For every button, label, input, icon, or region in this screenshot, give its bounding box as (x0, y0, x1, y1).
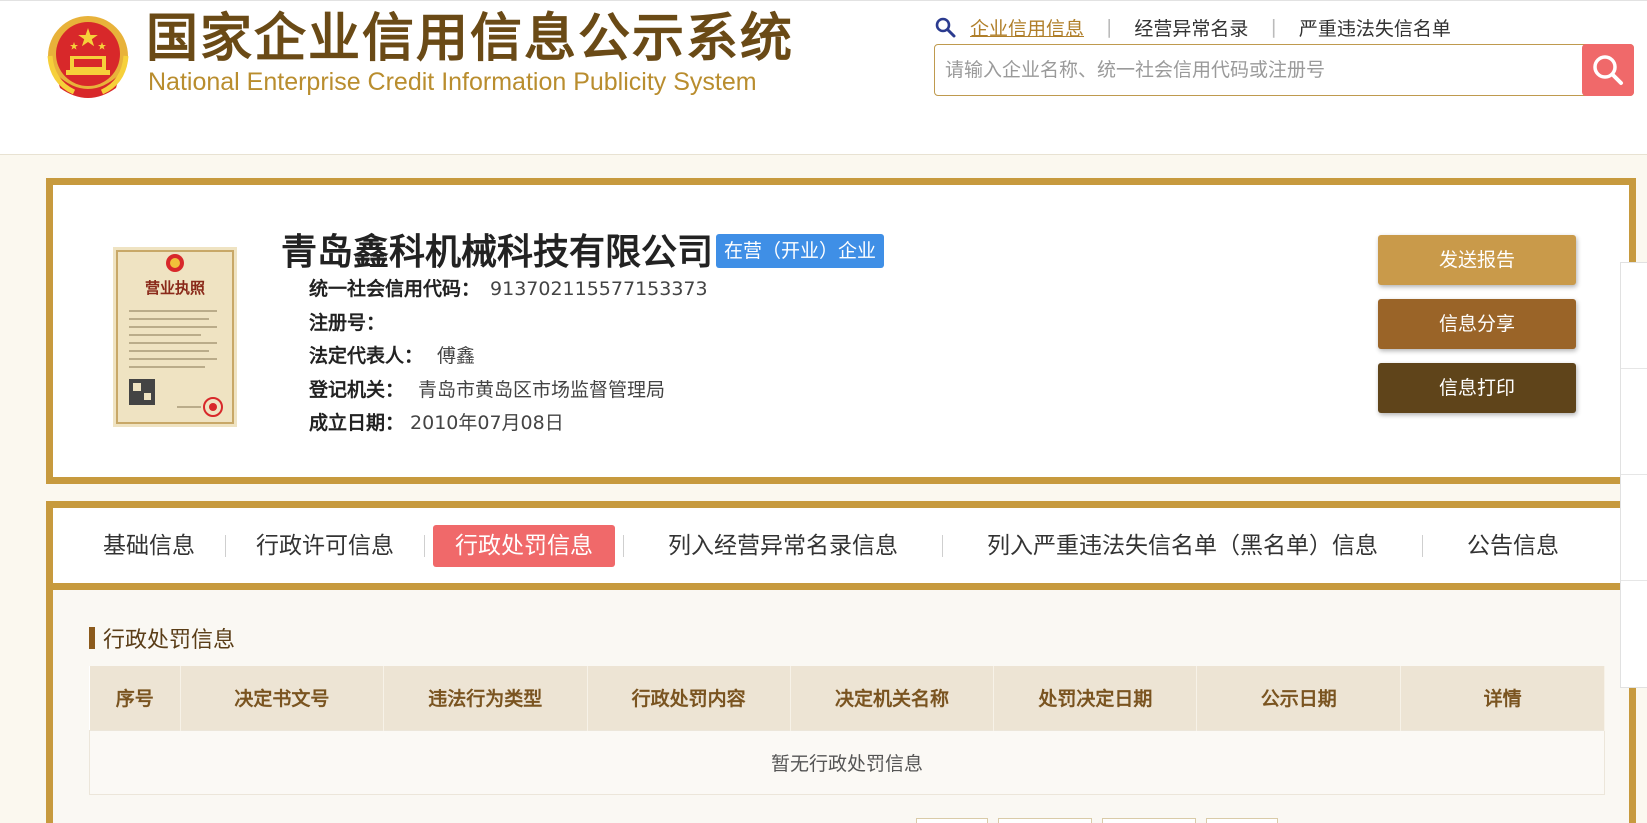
tab-separator (623, 534, 624, 557)
magnifier-icon (935, 17, 956, 38)
column-header: 详情 (1400, 666, 1605, 730)
pager-button[interactable] (916, 818, 988, 823)
share-info-button[interactable]: 信息分享 (1378, 299, 1576, 349)
info-row-authority: 登记机关： 青岛市黄岛区市场监督管理局 (309, 375, 665, 402)
info-tab-panel: 基础信息 行政许可信息 行政处罚信息 列入经营异常名录信息 列入严重违法失信名单… (46, 501, 1636, 823)
info-row-legal-rep: 法定代表人： 傅鑫 (309, 341, 475, 368)
tab-blacklist[interactable]: 列入严重违法失信名单（黑名单）信息 (951, 525, 1414, 567)
tab-admin-license[interactable]: 行政许可信息 (234, 525, 416, 567)
pager-button[interactable] (1206, 818, 1278, 823)
section-title-text: 行政处罚信息 (103, 628, 236, 653)
info-row-established: 成立日期： 2010年07月08日 (309, 408, 564, 435)
column-header: 违法行为类型 (383, 666, 588, 730)
info-label: 成立日期： (309, 412, 405, 434)
column-header: 决定书文号 (180, 666, 384, 730)
send-report-button[interactable]: 发送报告 (1378, 235, 1576, 285)
license-title: 营业执照 (145, 279, 205, 297)
info-label: 法定代表人： (309, 345, 424, 367)
tab-separator (225, 534, 226, 557)
tab-admin-penalty[interactable]: 行政处罚信息 (433, 524, 615, 567)
tab-separator (1422, 534, 1423, 557)
table-header-row: 序号 决定书文号 违法行为类型 行政处罚内容 决定机关名称 处罚决定日期 公示日… (89, 666, 1605, 730)
info-label: 注册号： (309, 312, 386, 334)
table-row: 暂无行政处罚信息 (89, 729, 1605, 795)
info-label: 登记机关： (309, 379, 405, 401)
site-logo-subtitle: National Enterprise Credit Information P… (148, 68, 757, 96)
tab-basic-info[interactable]: 基础信息 (81, 525, 217, 567)
side-toolbar-item[interactable] (1621, 581, 1647, 687)
info-value-established: 2010年07月08日 (410, 412, 564, 434)
search-input[interactable] (935, 45, 1583, 95)
column-header: 行政处罚内容 (587, 666, 791, 730)
floating-side-toolbar (1620, 262, 1647, 688)
search-icon (1593, 55, 1623, 85)
site-header: 国家企业信用信息公示系统 National Enterprise Credit … (0, 0, 1647, 155)
column-header: 公示日期 (1196, 666, 1402, 730)
tab-separator (424, 534, 425, 557)
pager-button[interactable] (1102, 818, 1196, 823)
info-value-legal-rep: 傅鑫 (437, 345, 476, 367)
nav-link-credit-info[interactable]: 企业信用信息 (970, 14, 1084, 41)
nav-link-blacklist[interactable]: 严重违法失信名单 (1299, 14, 1451, 41)
company-card: 营业执照 青岛鑫科机械科技有限公司 在营（开业）企业 统一社会信用代码： 913… (46, 178, 1636, 484)
info-row-credit-code: 统一社会信用代码： 913702115577153373 (309, 274, 708, 301)
tab-abnormal-list[interactable]: 列入经营异常名录信息 (632, 525, 934, 567)
pager-button[interactable] (998, 818, 1092, 823)
info-row-reg-number: 注册号： (309, 308, 395, 335)
info-value-authority: 青岛市黄岛区市场监督管理局 (418, 379, 666, 401)
column-header: 序号 (89, 666, 181, 730)
tab-announcements[interactable]: 公告信息 (1431, 525, 1595, 567)
nav-separator: | (1270, 16, 1277, 38)
tabs-bar: 基础信息 行政许可信息 行政处罚信息 列入经营异常名录信息 列入严重违法失信名单… (53, 508, 1629, 590)
nav-link-abnormal-list[interactable]: 经营异常名录 (1134, 14, 1248, 41)
nav-separator: | (1106, 16, 1113, 38)
column-header: 处罚决定日期 (993, 666, 1198, 730)
empty-state-text: 暂无行政处罚信息 (89, 729, 1605, 795)
section-title: 行政处罚信息 (89, 622, 235, 654)
penalty-table: 序号 决定书文号 违法行为类型 行政处罚内容 决定机关名称 处罚决定日期 公示日… (89, 666, 1605, 795)
status-badge: 在营（开业）企业 (716, 234, 885, 268)
section-title-marker (89, 627, 95, 649)
national-emblem-icon (47, 16, 129, 98)
column-header: 决定机关名称 (790, 666, 995, 730)
business-license-image: 营业执照 (113, 247, 237, 427)
site-logo-title: 国家企业信用信息公示系统 (146, 9, 795, 69)
top-nav: 企业信用信息 | 经营异常名录 | 严重违法失信名单 (934, 14, 1451, 40)
print-info-button[interactable]: 信息打印 (1378, 363, 1576, 413)
search-button[interactable] (1582, 44, 1634, 96)
side-toolbar-item[interactable] (1621, 369, 1647, 475)
side-toolbar-item[interactable] (1621, 475, 1647, 581)
search-box (934, 44, 1634, 96)
info-value-credit-code: 913702115577153373 (490, 278, 708, 300)
company-name: 青岛鑫科机械科技有限公司 (281, 232, 714, 273)
side-toolbar-item[interactable] (1621, 263, 1647, 369)
info-label: 统一社会信用代码： (309, 278, 481, 300)
tab-separator (942, 534, 943, 557)
